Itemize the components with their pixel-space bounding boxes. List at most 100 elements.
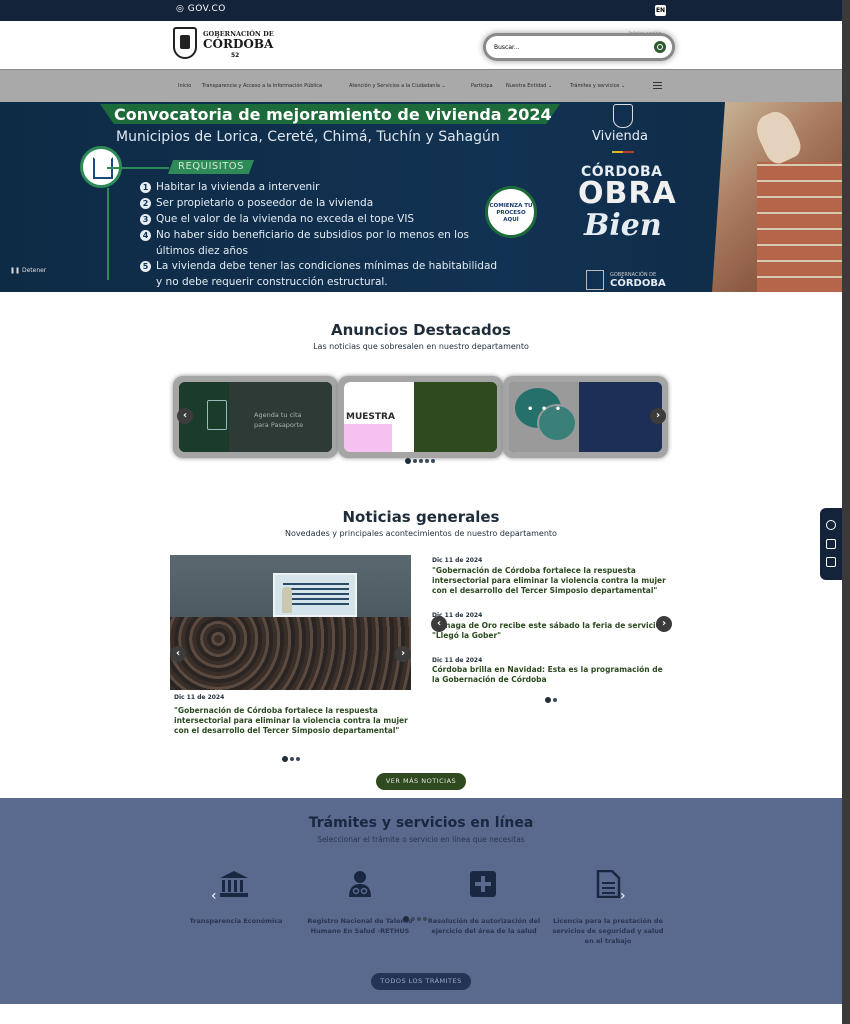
hero-banner[interactable]: Convocatoria de mejoramiento de vivienda… [0, 102, 842, 292]
pagination-dot[interactable] [290, 757, 294, 761]
news-image-next-button[interactable]: › [395, 646, 411, 662]
divider [107, 188, 109, 280]
gov-co-link[interactable]: ◎ GOV.CO [176, 4, 226, 14]
tramite-item[interactable]: Transparencia Económica [176, 916, 296, 926]
news-list-next-button[interactable]: › [656, 616, 672, 632]
requirement-item: y no debe requerir construcción estructu… [156, 276, 388, 288]
gov-small-line-2: CÓRDOBA [610, 278, 666, 289]
tramite-item[interactable]: Licencia para la prestación de servicios… [548, 916, 668, 946]
nav-item-transparencia[interactable]: Transparencia y Acceso a la Información … [202, 83, 322, 89]
pagination-dot[interactable] [413, 459, 417, 463]
bien-label: Bien [584, 208, 662, 243]
nav-item-atencion[interactable]: Atención y Servicios a la Ciudadanía ⌄ [349, 83, 446, 89]
vivienda-seal-icon [613, 104, 633, 128]
announcement-card[interactable]: MUESTRA [338, 376, 503, 458]
requirement-item: Habitar la vivienda a intervenir [156, 181, 320, 193]
doctor-icon[interactable] [345, 870, 375, 898]
tramites-next-button[interactable]: › [620, 888, 626, 904]
logo-line-2[interactable]: CÓRDOBA [203, 37, 273, 51]
nav-item-participa[interactable]: Participa [471, 83, 493, 89]
document-icon[interactable] [593, 870, 623, 898]
all-tramites-button[interactable]: TODOS LOS TRÁMITES [371, 973, 471, 990]
tramite-item[interactable]: Registro Nacional de Talento Humano En S… [300, 916, 420, 936]
more-news-button[interactable]: VER MÁS NOTICIAS [376, 773, 466, 790]
nav-item-inicio[interactable]: Inicio [178, 83, 191, 89]
card-panel [344, 424, 392, 452]
coat-of-arms-icon[interactable] [173, 27, 197, 59]
banner-photo [712, 102, 842, 292]
text-size-increase-icon[interactable] [826, 539, 836, 549]
banner-subtitle: Municipios de Lorica, Cereté, Chimá, Tuc… [116, 129, 500, 145]
gov-small-logo-icon [586, 270, 604, 290]
news-list-title[interactable]: "Gobernación de Córdoba fortalece la res… [432, 566, 672, 596]
anuncios-title: Anuncios Destacados [331, 321, 511, 339]
news-list-title[interactable]: Ciénaga de Oro recibe este sábado la fer… [432, 621, 668, 641]
pagination-dot[interactable] [423, 917, 427, 921]
news-featured-image[interactable] [170, 555, 411, 690]
text-size-decrease-icon[interactable] [826, 557, 836, 567]
plus-square-icon[interactable] [468, 870, 498, 898]
requirement-item: La vivienda debe tener las condiciones m… [156, 260, 498, 272]
pagination-dot[interactable] [417, 917, 421, 921]
search-icon[interactable] [654, 41, 666, 53]
requirement-item: Que el valor de la vivienda no exceda el… [156, 213, 415, 225]
card-panel [414, 382, 497, 452]
obra-label: OBRA [578, 176, 677, 211]
divider [612, 151, 634, 153]
noticias-title: Noticias generales [342, 508, 500, 526]
search-box [486, 36, 672, 58]
pagination-dot[interactable] [296, 757, 300, 761]
photo-audience [170, 617, 411, 690]
divider [107, 167, 169, 169]
card-image: Agenda tu cita para Pasaporte [179, 382, 332, 452]
requirement-item: No haber sido beneficiario de subsidios … [156, 229, 469, 241]
req-number: 2 [140, 198, 151, 209]
gov-bar: ◎ GOV.CO EN [0, 0, 842, 21]
news-image-prev-button[interactable]: ‹ [170, 646, 186, 662]
noticias-subtitle: Novedades y principales acontecimientos … [285, 529, 557, 538]
pagination-dot[interactable] [553, 698, 557, 702]
bank-icon[interactable] [219, 870, 249, 898]
announcement-card[interactable]: Agenda tu cita para Pasaporte [173, 376, 338, 458]
requirement-item: Ser propietario o poseedor de la viviend… [156, 197, 374, 209]
card-text-line: para Pasaporte [254, 421, 304, 429]
anuncios-subtitle: Las noticias que sobresalen en nuestro d… [313, 342, 529, 351]
stamp-text: COMIENZA TU PROCESO AQUÍ [489, 203, 533, 223]
req-number: 5 [140, 261, 151, 272]
nav-item-nuestra-entidad[interactable]: Nuestra Entidad ⌄ [506, 83, 552, 89]
search-input[interactable] [494, 41, 644, 53]
scrollbar[interactable] [842, 0, 850, 1024]
news-list-prev-button[interactable]: ‹ [431, 616, 447, 632]
pagination-dot[interactable] [425, 459, 429, 463]
pagination-dot[interactable] [431, 459, 435, 463]
language-toggle[interactable]: EN [655, 5, 666, 16]
nav-item-tramites[interactable]: Trámites y servicios ⌄ [570, 83, 625, 89]
pagination-dot[interactable] [405, 458, 411, 464]
announcement-card[interactable]: • • • [503, 376, 668, 458]
pagination-dot[interactable] [545, 697, 551, 703]
anuncios-pagination [405, 458, 435, 464]
logo-line-3: 52 [231, 52, 240, 59]
news-featured-title[interactable]: "Gobernación de Córdoba fortalece la res… [174, 706, 410, 736]
req-number: 3 [140, 214, 151, 225]
page-footer-gap [0, 1004, 842, 1024]
anuncios-next-button[interactable]: › [650, 408, 666, 424]
requirement-item: últimos diez años [156, 245, 248, 257]
tramites-prev-button[interactable]: ‹ [211, 888, 217, 904]
card-text: MUESTRA [346, 412, 395, 422]
menu-icon[interactable] [653, 82, 662, 89]
news-list-title[interactable]: Córdoba brilla en Navidad: Esta es la pr… [432, 665, 668, 685]
pagination-dot[interactable] [411, 917, 415, 921]
pagination-dot[interactable] [403, 916, 409, 922]
pagination-dot[interactable] [282, 756, 288, 762]
start-process-stamp: COMIENZA TU PROCESO AQUÍ [485, 186, 537, 238]
pagination-dot[interactable] [419, 459, 423, 463]
tramite-item[interactable]: Resolución de autorización del ejercicio… [424, 916, 544, 936]
pause-button[interactable]: ❚❚ Detener [10, 267, 46, 274]
req-number: 4 [140, 230, 151, 241]
anuncios-prev-button[interactable]: ‹ [177, 408, 193, 424]
photo-speaker [282, 587, 292, 613]
card-image: • • • [509, 382, 662, 452]
site-header: GOBERNACIÓN DE CÓRDOBA 52 Iniciar sesión [0, 21, 842, 69]
tramites-subtitle: Seleccionar el trámite o servicio en lín… [317, 835, 525, 844]
